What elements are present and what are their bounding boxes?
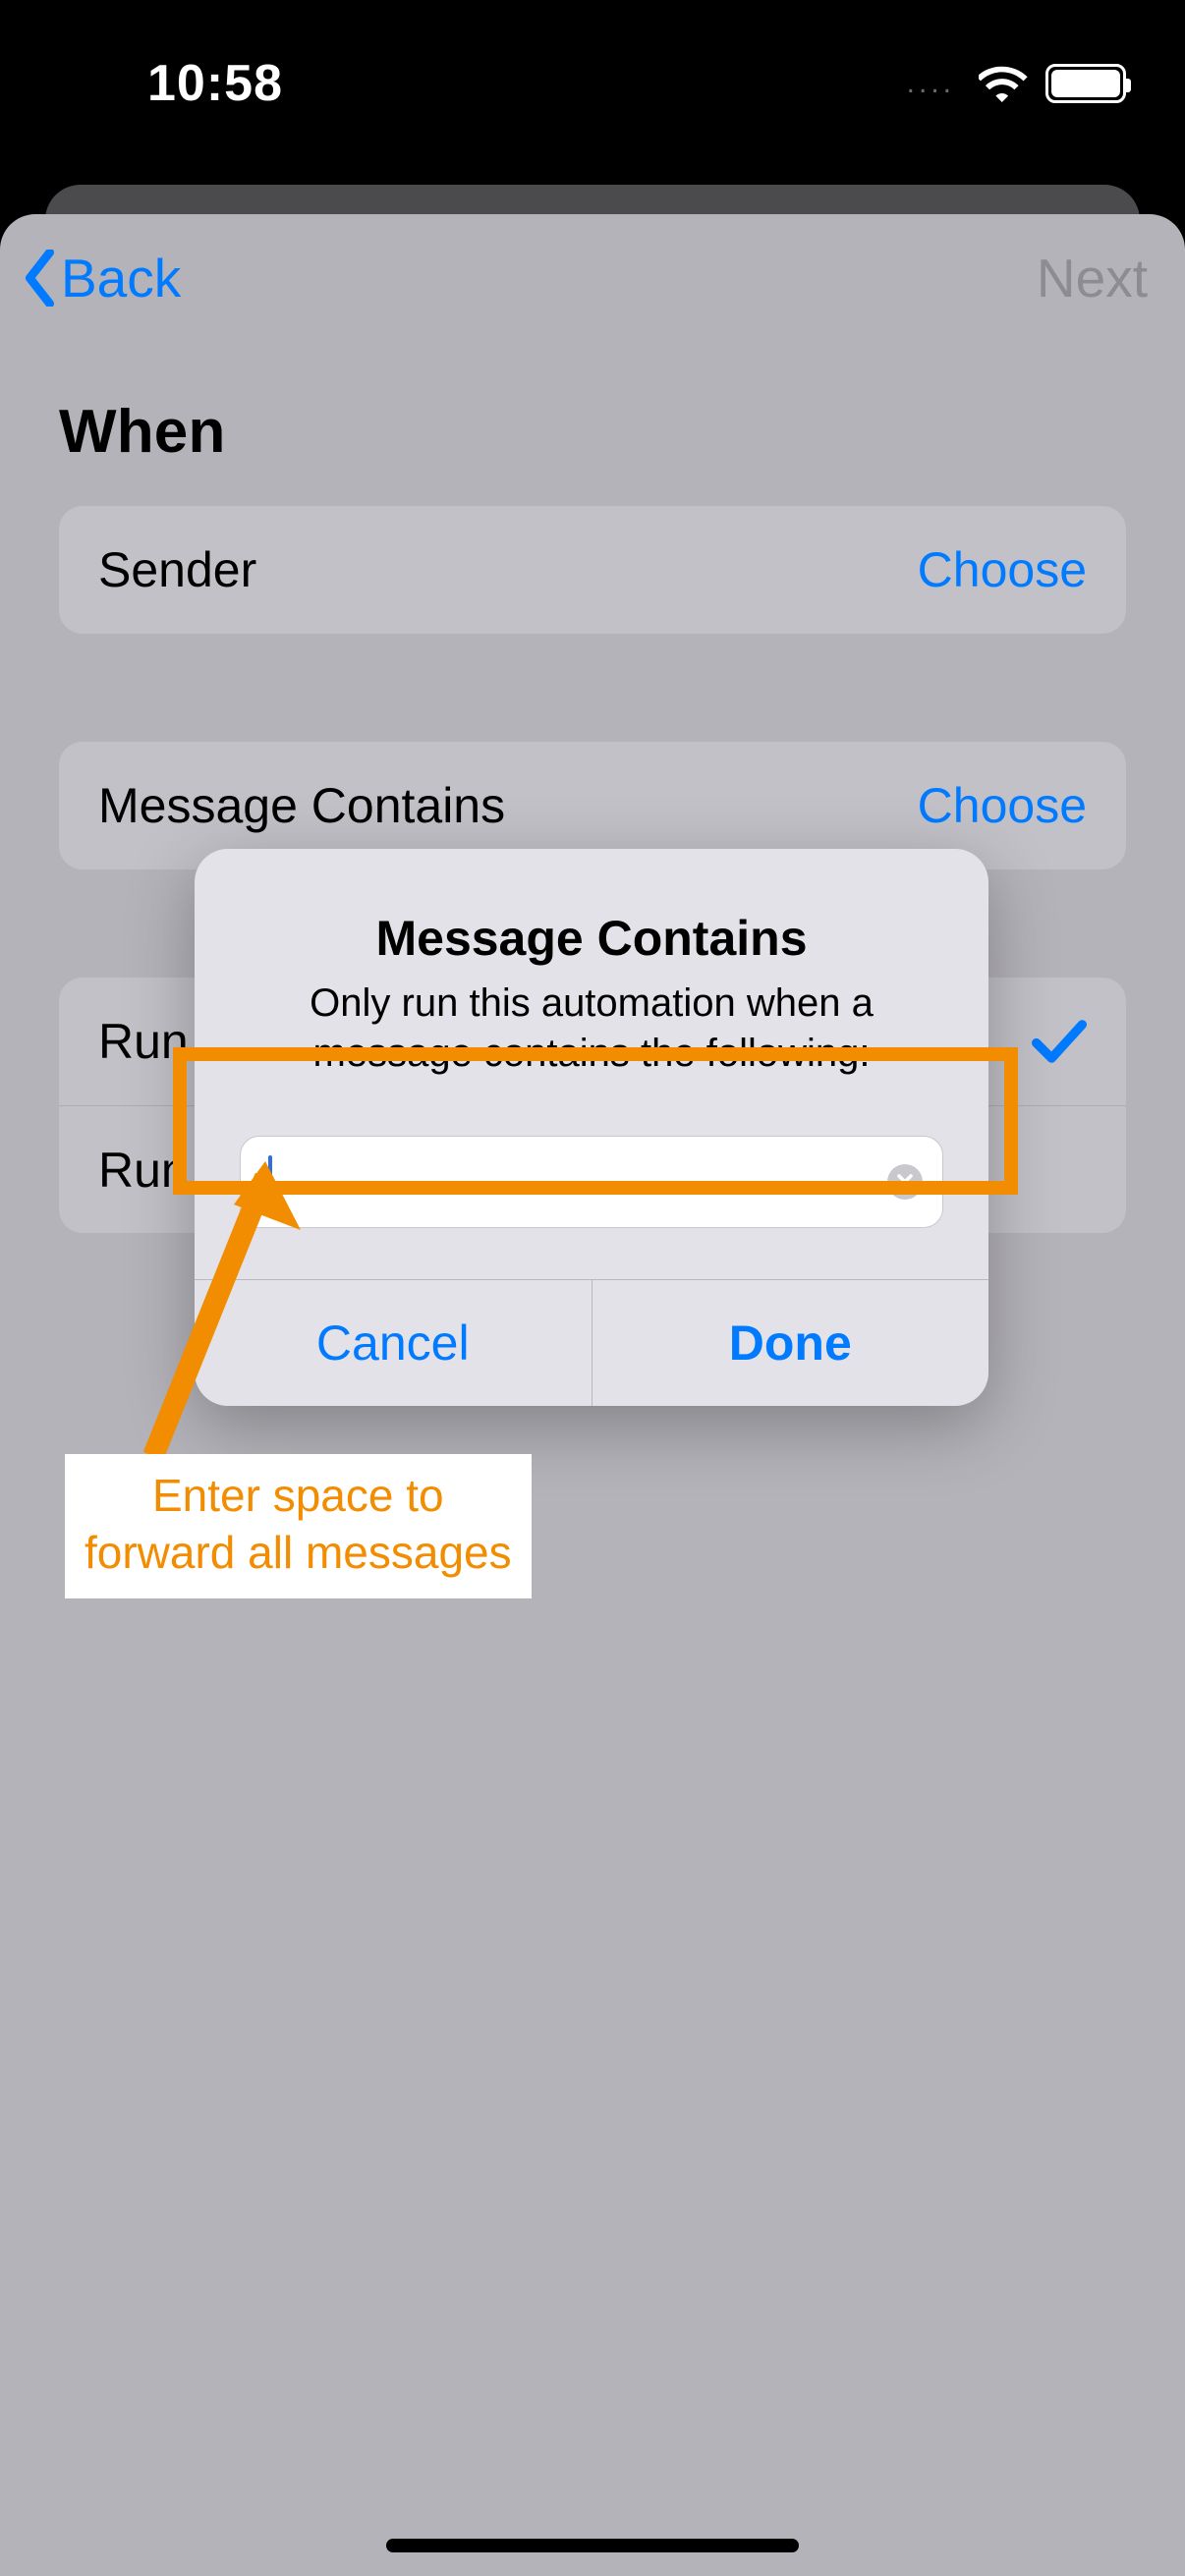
annotation-line-2: forward all messages [85,1525,512,1582]
x-icon [896,1173,914,1191]
status-time: 10:58 [147,54,283,113]
message-contains-alert: Message Contains Only run this automatio… [195,849,988,1406]
message-contains-input[interactable] [240,1136,943,1228]
annotation-line-1: Enter space to [85,1468,512,1525]
annotation-label: Enter space to forward all messages [65,1454,532,1598]
next-button[interactable]: Next [1037,247,1148,309]
cancel-button[interactable]: Cancel [195,1280,592,1406]
message-contains-choose[interactable]: Choose [918,777,1087,834]
done-button[interactable]: Done [592,1280,989,1406]
sender-row[interactable]: Sender Choose [59,506,1126,634]
cellular-dots-icon: .... [907,67,955,100]
sender-label: Sender [98,541,256,598]
back-button[interactable]: Back [20,247,181,309]
checkmark-icon [1032,1018,1087,1065]
status-right: .... [907,64,1126,103]
wifi-icon [979,65,1028,102]
chevron-left-icon [20,250,57,307]
nav-bar: Back Next [0,214,1185,342]
status-bar: 10:58 .... [0,0,1185,167]
alert-subtitle: Only run this automation when a message … [240,979,943,1079]
message-contains-label: Message Contains [98,777,505,834]
text-caret [268,1155,272,1208]
page-title: When [0,342,1185,506]
sender-group: Sender Choose [59,506,1126,634]
back-label: Back [61,247,181,309]
sender-choose[interactable]: Choose [918,541,1087,598]
alert-title: Message Contains [240,910,943,967]
clear-text-button[interactable] [887,1164,923,1200]
battery-icon [1045,64,1126,103]
home-indicator[interactable] [386,2539,799,2552]
